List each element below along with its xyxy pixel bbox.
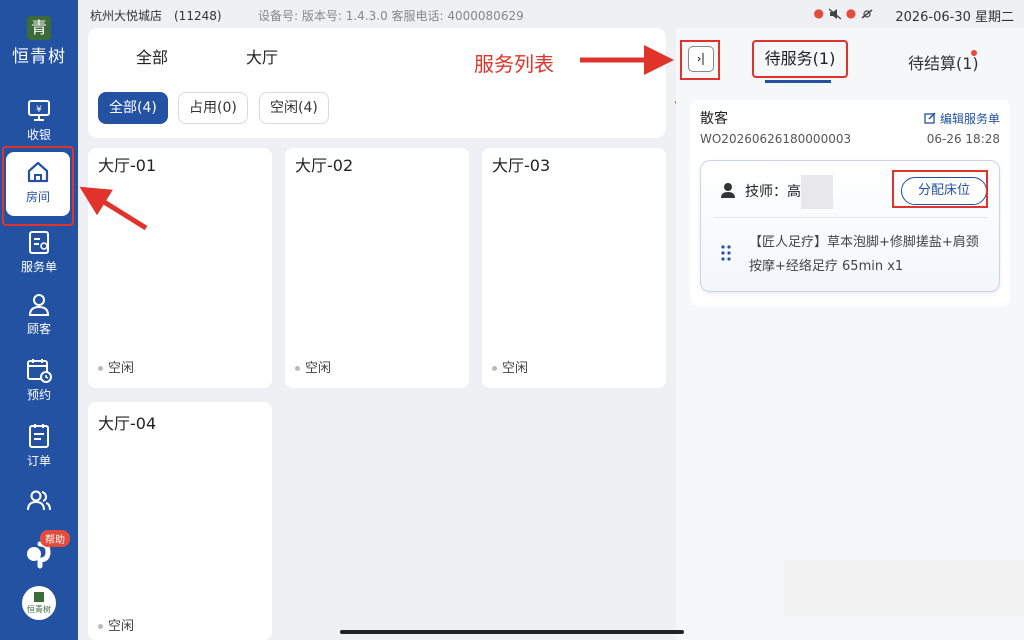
technician-label: 技师：高: [745, 184, 801, 200]
drag-handle-icon[interactable]: [721, 245, 731, 261]
arrow-to-room-nav: [79, 186, 148, 231]
redacted-name: [801, 175, 833, 209]
edit-icon: [924, 112, 936, 124]
service-description: 【匠人足疗】草本泡脚+修脚搓盐+肩颈按摩+经络足疗 65min x1: [749, 235, 979, 274]
tab-pending-service[interactable]: 待服务(1): [752, 40, 848, 78]
edit-order-button[interactable]: 编辑服务单: [924, 110, 1000, 127]
tab-pending-settlement[interactable]: 待结算(1): [908, 50, 979, 74]
assign-highlight: [892, 170, 988, 208]
notification-dot: [971, 50, 977, 56]
divider: [715, 217, 987, 218]
customer-name: 散客: [700, 111, 728, 127]
order-number: WO20260626180000003: [700, 132, 852, 146]
order-time: 06-26 18:28: [926, 132, 1000, 146]
technician-icon: [721, 183, 735, 198]
edit-order-label: 编辑服务单: [939, 112, 1000, 126]
redacted-area: [784, 560, 1024, 616]
active-tab-indicator: [765, 80, 831, 83]
collapse-highlight: [680, 40, 720, 80]
home-indicator[interactable]: [340, 630, 684, 634]
